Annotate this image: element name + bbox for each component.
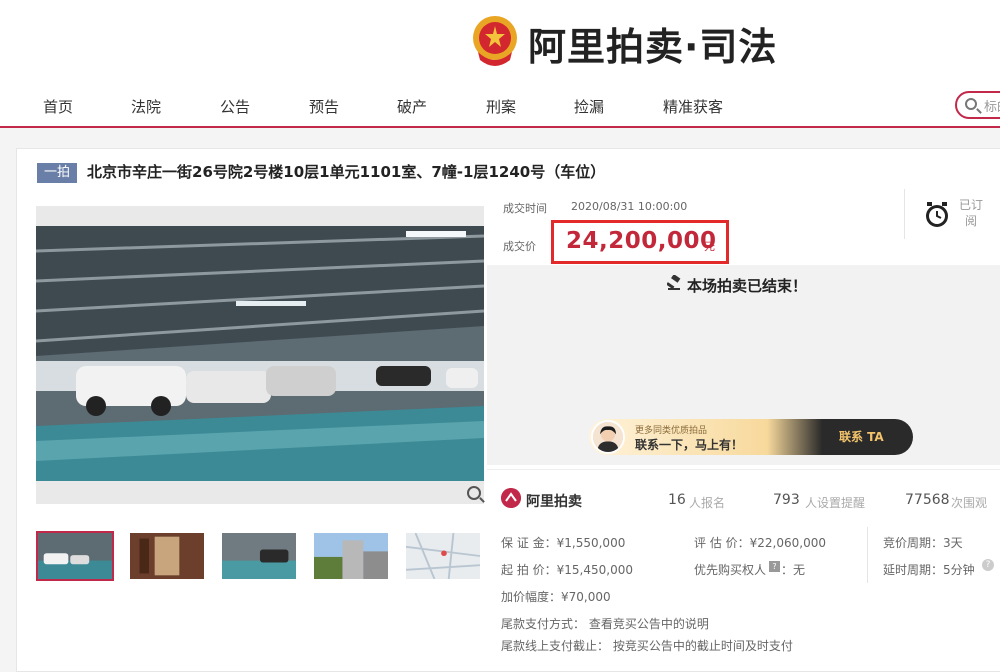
alipaimai-logo-icon (501, 488, 521, 508)
contact-button[interactable]: 联系 TA (839, 428, 884, 445)
registered-count: 16 (668, 492, 686, 508)
start-price: 起 拍 价：¥15,450,000 (501, 563, 633, 577)
nav-announcement[interactable]: 公告 (220, 96, 250, 117)
gavel-icon (667, 275, 681, 290)
round-tag: 一拍 (37, 163, 77, 183)
payment-deadline: 尾款线上支付截止： 按竞买公告中的截止时间及时支付 (501, 639, 793, 653)
view-count: 77568 (905, 492, 950, 508)
brand-title: 阿里拍卖·司法 (528, 25, 778, 69)
bidding-cycle: 竞价周期：3天 (883, 536, 963, 550)
avatar (591, 420, 625, 454)
contact-headline: 联系一下，马上有！ (635, 438, 744, 452)
reminder-count: 793 (773, 492, 800, 508)
zoom-icon[interactable] (467, 486, 481, 500)
thumbnail-1[interactable] (36, 531, 114, 581)
main-nav: 首页 法院 公告 预告 破产 刑案 捡漏 精准获客 标的 (0, 88, 1000, 128)
divider (487, 469, 1000, 470)
lot-main-photo[interactable] (36, 206, 484, 504)
nav-home[interactable]: 首页 (43, 96, 73, 117)
platform-name: 阿里拍卖 (526, 494, 582, 510)
page: 阿里拍卖·司法 首页 法院 公告 预告 破产 刑案 捡漏 精准获客 标的 一拍 … (0, 0, 1000, 672)
divider (867, 527, 868, 583)
reminder-count-label: 人设置提醒 (805, 496, 866, 510)
header: 阿里拍卖·司法 (0, 0, 1000, 88)
priority-info-icon[interactable]: ? (769, 561, 780, 572)
nav-court[interactable]: 法院 (131, 96, 161, 117)
thumbnail-4[interactable] (312, 531, 390, 581)
deal-price-box: 24,200,000 元 (551, 220, 729, 264)
search-placeholder: 标的 (984, 100, 1000, 115)
delay-cycle: 延时周期：5分钟 (883, 563, 975, 577)
deal-price-label: 成交价 (503, 240, 536, 253)
registered-label: 人报名 (689, 496, 726, 510)
appraisal-price: 评 估 价：¥22,060,000 (694, 536, 826, 550)
thumbnail-2[interactable] (128, 531, 206, 581)
deal-time-value: 2020/08/31 10:00:00 (571, 200, 688, 213)
help-icon[interactable]: ? (982, 559, 994, 571)
nav-preview[interactable]: 预告 (309, 96, 339, 117)
divider (904, 189, 905, 239)
reminder-label: 已订阅 (958, 198, 983, 228)
deposit: 保 证 金：¥1,550,000 (501, 536, 626, 550)
thumbnail-5[interactable] (404, 531, 482, 581)
priority-buyer-label: 优先购买权人 (694, 563, 767, 577)
view-count-label: 次围观 (951, 496, 988, 510)
auction-ended-text: 本场拍卖已结束！ (687, 277, 808, 295)
payment-method: 尾款支付方式： 查看竞买公告中的说明 (501, 617, 709, 631)
search-input[interactable]: 标的 (955, 91, 1000, 119)
subscribe-reminder[interactable]: 已订阅 (922, 197, 992, 257)
lot-card: 一拍 北京市辛庄一街26号院2号楼10层1单元1101室、7幢-1层1240号（… (16, 148, 1000, 672)
price-unit: 元 (704, 240, 715, 253)
lot-title: 北京市辛庄一街26号院2号楼10层1单元1101室、7幢-1层1240号（车位） (87, 163, 606, 181)
thumbnail-3[interactable] (220, 531, 298, 581)
nav-bargain[interactable]: 捡漏 (574, 96, 604, 117)
bid-increment: 加价幅度：¥70,000 (501, 590, 611, 604)
priority-buyer-value: ：无 (781, 563, 806, 577)
nav-precise-leads[interactable]: 精准获客 (663, 96, 723, 117)
contact-banner[interactable]: 更多同类优质拍品 联系一下，马上有！ 联系 TA (589, 419, 913, 455)
clock-icon (926, 202, 948, 227)
court-emblem-icon (473, 16, 517, 66)
nav-criminal[interactable]: 刑案 (486, 96, 516, 117)
contact-subtitle: 更多同类优质拍品 (635, 426, 708, 436)
nav-bankruptcy[interactable]: 破产 (397, 96, 427, 117)
search-icon (965, 98, 977, 110)
deal-time-label: 成交时间 (503, 202, 547, 215)
deal-price: 24,200,000 (566, 228, 717, 254)
